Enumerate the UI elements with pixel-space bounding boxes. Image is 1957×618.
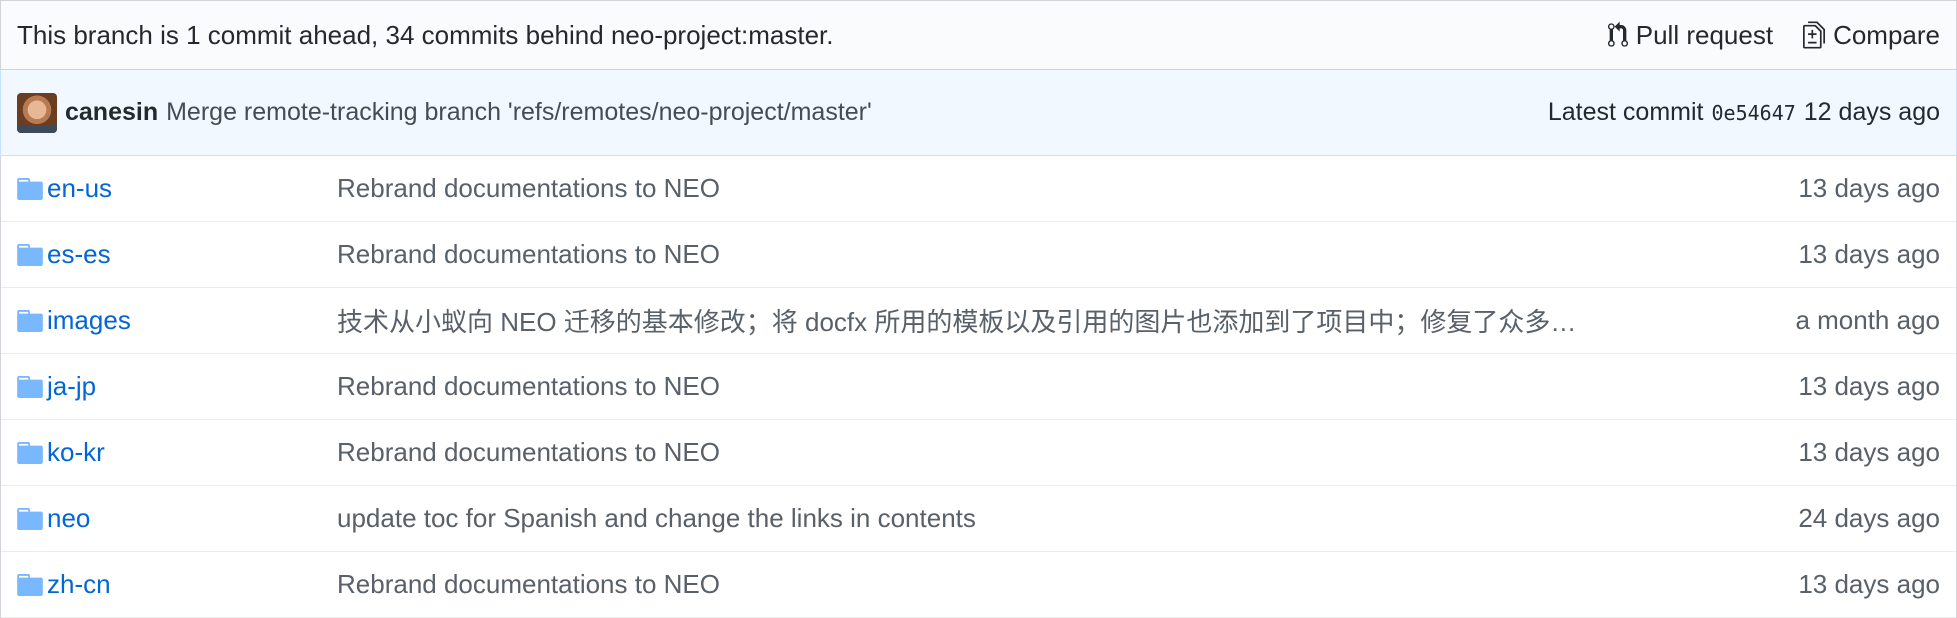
file-commit-message[interactable]: Rebrand documentations to NEO xyxy=(337,371,1740,402)
commit-author[interactable]: canesin xyxy=(65,98,158,127)
file-commit-age: 13 days ago xyxy=(1798,173,1940,203)
diff-icon xyxy=(1803,21,1826,49)
file-commit-age: 13 days ago xyxy=(1798,239,1940,269)
file-commit-age: a month ago xyxy=(1795,305,1940,335)
file-row: zh-cn Rebrand documentations to NEO 13 d… xyxy=(1,552,1956,618)
git-pull-request-icon xyxy=(1607,21,1628,49)
commit-message[interactable]: Merge remote-tracking branch 'refs/remot… xyxy=(166,98,872,127)
latest-commit-prefix: Latest commit xyxy=(1547,98,1704,126)
file-row: ja-jp Rebrand documentations to NEO 13 d… xyxy=(1,354,1956,420)
latest-commit-bar: canesin Merge remote-tracking branch 're… xyxy=(0,70,1957,156)
commit-age: 12 days ago xyxy=(1803,98,1940,126)
file-directory-icon xyxy=(17,243,43,267)
avatar[interactable] xyxy=(17,92,57,133)
commit-meta: Latest commit 0e54647 12 days ago xyxy=(1548,98,1940,127)
file-navigation-panel: This branch is 1 commit ahead, 34 commit… xyxy=(0,0,1957,618)
file-row: es-es Rebrand documentations to NEO 13 d… xyxy=(1,222,1956,288)
file-name-link[interactable]: ja-jp xyxy=(47,371,337,402)
commit-summary: canesin Merge remote-tracking branch 're… xyxy=(17,92,872,133)
file-commit-message[interactable]: Rebrand documentations to NEO xyxy=(337,239,1740,270)
branch-actions: Pull request Compare xyxy=(1607,19,1940,51)
file-row: neo update toc for Spanish and change th… xyxy=(1,486,1956,552)
file-row: images 技术从小蚁向 NEO 迁移的基本修改；将 docfx 所用的模板以… xyxy=(1,288,1956,354)
file-directory-icon xyxy=(17,309,43,333)
file-name-link[interactable]: es-es xyxy=(47,239,337,270)
branch-status-text: This branch is 1 commit ahead, 34 commit… xyxy=(17,19,834,50)
file-directory-icon xyxy=(17,573,43,597)
file-name-link[interactable]: ko-kr xyxy=(47,437,337,468)
pull-request-button[interactable]: Pull request xyxy=(1607,19,1774,51)
pull-request-label: Pull request xyxy=(1635,19,1774,50)
file-commit-age: 13 days ago xyxy=(1798,437,1940,467)
file-name-link[interactable]: images xyxy=(47,305,337,336)
commit-sha[interactable]: 0e54647 xyxy=(1711,101,1795,125)
branch-status-bar: This branch is 1 commit ahead, 34 commit… xyxy=(0,0,1957,70)
file-directory-icon xyxy=(17,177,43,201)
file-commit-message[interactable]: update toc for Spanish and change the li… xyxy=(337,503,1740,534)
file-commit-message[interactable]: Rebrand documentations to NEO xyxy=(337,437,1740,468)
compare-button[interactable]: Compare xyxy=(1803,20,1940,51)
file-row: en-us Rebrand documentations to NEO 13 d… xyxy=(1,156,1956,222)
file-list: en-us Rebrand documentations to NEO 13 d… xyxy=(0,156,1957,618)
file-directory-icon xyxy=(17,507,43,531)
file-commit-age: 13 days ago xyxy=(1798,569,1940,599)
file-commit-age: 13 days ago xyxy=(1798,371,1940,401)
compare-label: Compare xyxy=(1833,19,1940,50)
file-row: ko-kr Rebrand documentations to NEO 13 d… xyxy=(1,420,1956,486)
file-name-link[interactable]: neo xyxy=(47,503,337,534)
file-commit-message[interactable]: Rebrand documentations to NEO xyxy=(337,173,1740,204)
file-commit-message[interactable]: Rebrand documentations to NEO xyxy=(337,569,1740,600)
file-name-link[interactable]: en-us xyxy=(47,173,337,204)
file-commit-message[interactable]: 技术从小蚁向 NEO 迁移的基本修改；将 docfx 所用的模板以及引用的图片也… xyxy=(337,302,1740,339)
file-name-link[interactable]: zh-cn xyxy=(47,569,337,600)
file-directory-icon xyxy=(17,441,43,465)
file-directory-icon xyxy=(17,375,43,399)
file-commit-age: 24 days ago xyxy=(1798,503,1940,533)
